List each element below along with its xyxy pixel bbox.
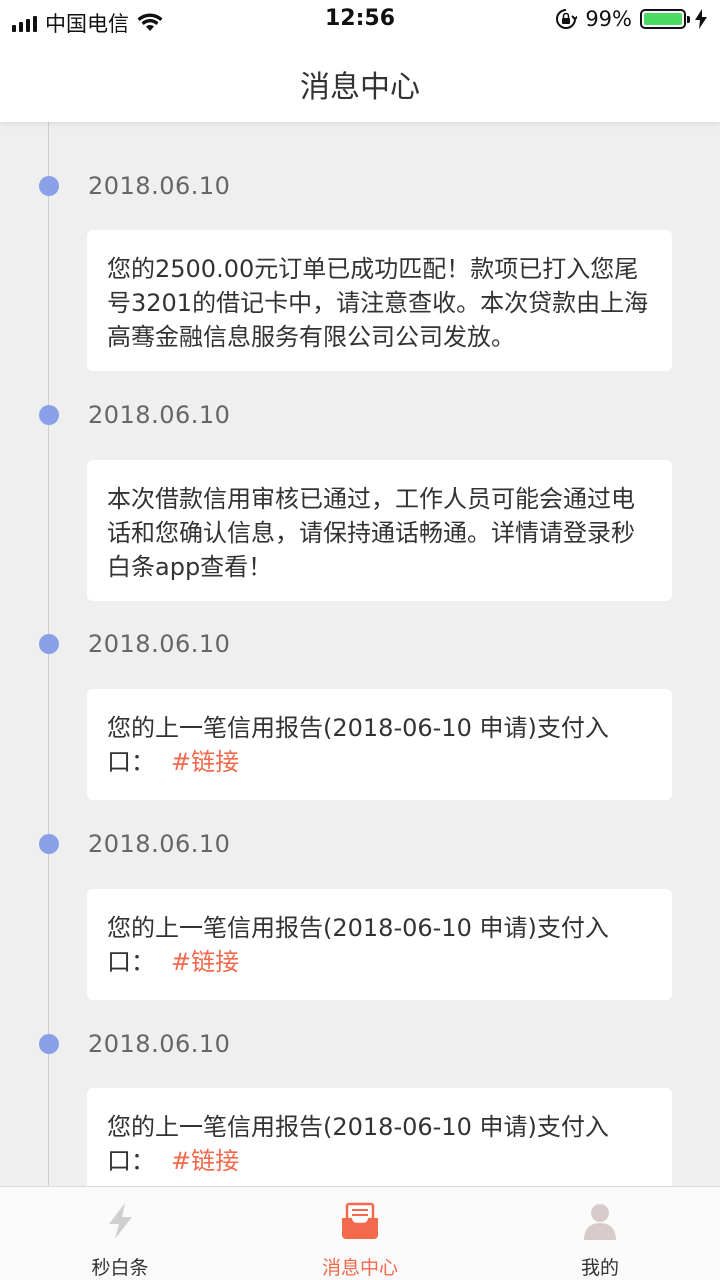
battery-percent: 99%	[585, 7, 632, 31]
timeline-dot	[39, 176, 59, 196]
timeline-dot	[39, 834, 59, 854]
message-timeline[interactable]: 2018.06.10 您的2500.00元订单已成功匹配！款项已打入您尾号320…	[0, 122, 720, 1186]
message-text: 您的2500.00元订单已成功匹配！款项已打入您尾号3201的借记卡中，请注意查…	[107, 255, 649, 351]
message-date: 2018.06.10	[88, 172, 231, 200]
battery-icon	[640, 9, 690, 29]
page-title: 消息中心	[300, 70, 420, 105]
battery-fill	[644, 13, 682, 25]
user-profile-icon	[584, 1204, 616, 1240]
message-date: 2018.06.10	[88, 1030, 231, 1058]
timeline-line	[48, 122, 49, 1186]
tab-miaobaitiao[interactable]: 秒白条	[0, 1187, 240, 1280]
payment-link[interactable]: #链接	[171, 948, 239, 976]
message-card[interactable]: 您的上一笔信用报告(2018-06-10 申请)支付入口： #链接	[87, 1088, 672, 1186]
message-date: 2018.06.10	[88, 401, 231, 429]
tab-message-center[interactable]: 消息中心	[240, 1187, 480, 1280]
status-bar: 中国电信 12:56 99%	[0, 0, 720, 40]
lightning-icon	[109, 1203, 132, 1239]
message-card[interactable]: 您的上一笔信用报告(2018-06-10 申请)支付入口： #链接	[87, 889, 672, 1000]
tab-mine[interactable]: 我的	[480, 1187, 720, 1280]
charging-bolt-icon	[695, 9, 707, 29]
message-text: 本次借款信用审核已通过，工作人员可能会通过电话和您确认信息，请保持通话畅通。详情…	[107, 485, 635, 581]
payment-link[interactable]: #链接	[171, 1147, 239, 1175]
message-card[interactable]: 您的上一笔信用报告(2018-06-10 申请)支付入口： #链接	[87, 689, 672, 800]
message-card[interactable]: 本次借款信用审核已通过，工作人员可能会通过电话和您确认信息，请保持通话畅通。详情…	[87, 460, 672, 601]
tab-label: 秒白条	[91, 1257, 149, 1279]
message-date: 2018.06.10	[88, 630, 231, 658]
timeline-dot	[39, 405, 59, 425]
rotation-lock-icon	[556, 9, 578, 29]
tab-label: 消息中心	[321, 1257, 398, 1279]
timeline-dot	[39, 634, 59, 654]
timeline-dot	[39, 1034, 59, 1054]
status-right: 99%	[555, 7, 708, 31]
tab-label: 我的	[580, 1257, 619, 1279]
nav-header: 消息中心	[0, 40, 720, 122]
message-date: 2018.06.10	[88, 830, 231, 858]
message-card[interactable]: 您的2500.00元订单已成功匹配！款项已打入您尾号3201的借记卡中，请注意查…	[87, 230, 672, 371]
tab-bar: 秒白条 消息中心 我的	[0, 1186, 720, 1280]
message-inbox-icon	[342, 1202, 378, 1239]
payment-link[interactable]: #链接	[171, 748, 239, 776]
